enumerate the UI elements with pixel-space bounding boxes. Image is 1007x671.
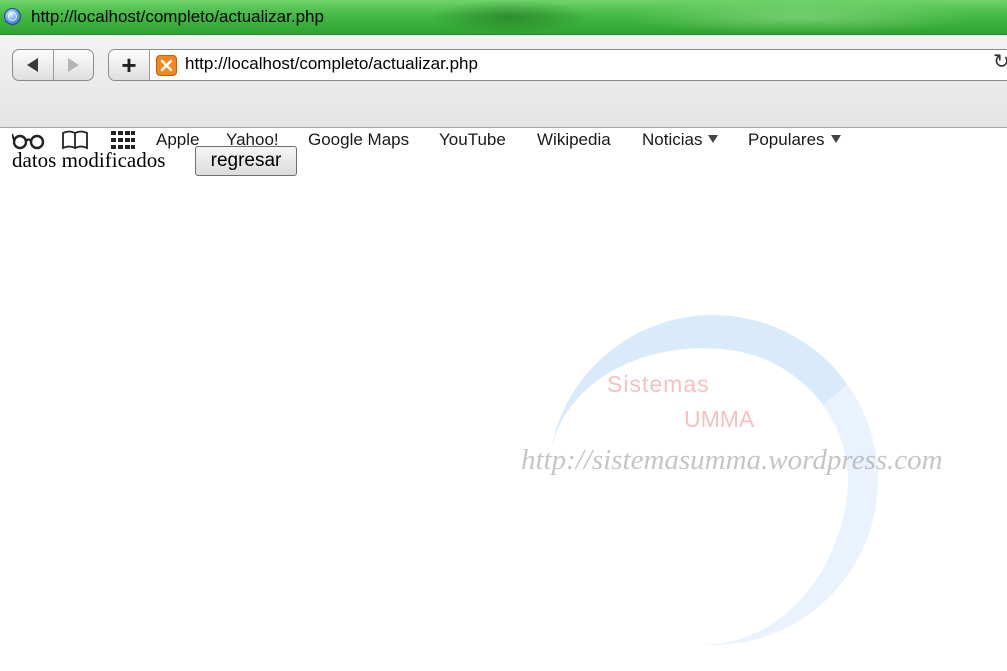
forward-arrow-icon <box>67 58 79 72</box>
url-field[interactable]: http://localhost/completo/actualizar.php <box>185 54 478 74</box>
navigation-buttons <box>12 49 94 81</box>
watermark-line-2: UMMA <box>684 406 755 432</box>
bookmark-folder-label: Noticias <box>642 130 703 149</box>
window-title-bar: http://localhost/completo/actualizar.php <box>0 0 1007 35</box>
dropdown-caret-icon <box>830 135 841 143</box>
dropdown-caret-icon <box>708 135 719 143</box>
watermark-url: http://sistemasumma.wordpress.com <box>521 444 943 476</box>
titlebar-highlight <box>430 0 590 34</box>
titlebar-glow <box>620 0 980 34</box>
add-bookmark-button[interactable]: + <box>109 50 150 80</box>
bookmark-wikipedia[interactable]: Wikipedia <box>537 130 611 150</box>
bookmark-folder-label: Populares <box>748 130 825 149</box>
window-title: http://localhost/completo/actualizar.php <box>31 7 324 26</box>
bookmark-youtube[interactable]: YouTube <box>439 130 506 150</box>
status-message: datos modificados <box>12 148 166 172</box>
safari-app-icon <box>4 8 21 25</box>
address-bar[interactable]: + http://localhost/completo/actualizar.p… <box>108 49 1007 81</box>
back-button[interactable] <box>13 50 54 80</box>
back-arrow-icon <box>27 58 39 72</box>
regresar-button[interactable]: regresar <box>195 146 297 176</box>
reload-icon[interactable]: ↻ <box>993 52 1007 72</box>
forward-button[interactable] <box>54 50 94 80</box>
bookmark-folder-noticias[interactable]: Noticias <box>642 130 719 150</box>
watermark-line-1: Sistemas <box>607 371 710 397</box>
bookmark-google-maps[interactable]: Google Maps <box>308 130 409 150</box>
browser-toolbar: + http://localhost/completo/actualizar.p… <box>0 35 1007 150</box>
site-favicon-icon <box>156 55 177 76</box>
bookmark-apple[interactable]: Apple <box>156 130 199 150</box>
watermark-arc <box>526 293 900 667</box>
bookmark-folder-populares[interactable]: Populares <box>748 130 841 150</box>
